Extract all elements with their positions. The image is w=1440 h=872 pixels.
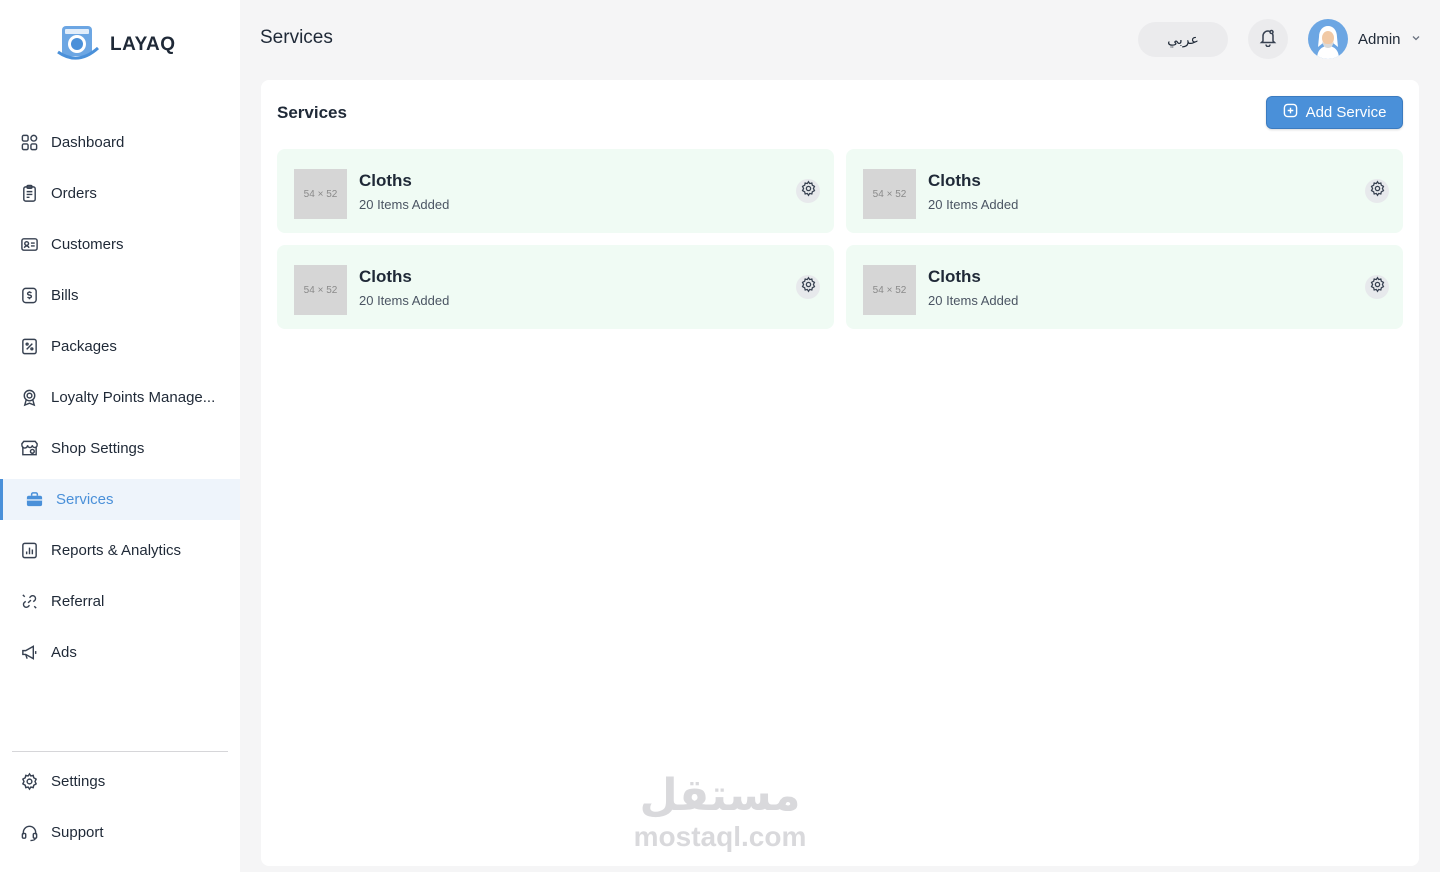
service-item-count: 20 Items Added — [928, 293, 1019, 308]
language-toggle-button[interactable]: عربي — [1138, 22, 1228, 57]
section-title: Services — [277, 103, 347, 122]
avatar — [1308, 19, 1348, 59]
gear-icon — [1369, 276, 1386, 298]
headset-icon — [20, 823, 39, 842]
service-card[interactable]: 54 × 52 Cloths 20 Items Added — [846, 245, 1403, 329]
gear-icon — [800, 276, 817, 298]
sidebar-item-label: Support — [51, 824, 104, 841]
percent-tag-icon — [20, 337, 39, 356]
watermark: مستقل mostaql.com — [632, 770, 808, 852]
service-settings-button[interactable] — [796, 275, 820, 299]
sidebar-item-label: Customers — [51, 236, 124, 253]
service-thumbnail: 54 × 52 — [294, 169, 347, 219]
megaphone-icon — [20, 643, 39, 662]
sidebar: LAYAQ Dashboard Orders Customers Bills P… — [0, 0, 240, 872]
link-icon — [20, 592, 39, 611]
sidebar-item-label: Dashboard — [51, 134, 125, 151]
gear-icon — [1369, 180, 1386, 202]
notifications-button[interactable] — [1248, 19, 1288, 59]
services-grid: 54 × 52 Cloths 20 Items Added 54 × 52 Cl… — [277, 149, 1403, 329]
sidebar-item-orders[interactable]: Orders — [0, 173, 240, 214]
sidebar-item-label: Orders — [51, 185, 97, 202]
sidebar-item-packages[interactable]: Packages — [0, 326, 240, 367]
service-thumbnail: 54 × 52 — [294, 265, 347, 315]
user-name: Admin — [1358, 30, 1401, 48]
washing-machine-logo-icon — [56, 24, 100, 67]
watermark-arabic: مستقل — [639, 770, 801, 821]
watermark-latin: mostaql.com — [633, 821, 807, 852]
sidebar-item-label: Loyalty Points Manage... — [51, 389, 216, 406]
sidebar-item-label: Shop Settings — [51, 440, 145, 457]
sidebar-item-label: Reports & Analytics — [51, 542, 182, 559]
sidebar-item-support[interactable]: Support — [0, 812, 240, 853]
user-menu[interactable]: Admin — [1308, 19, 1421, 59]
gear-icon — [800, 180, 817, 202]
sidebar-item-reports-analytics[interactable]: Reports & Analytics — [0, 530, 240, 571]
service-card[interactable]: 54 × 52 Cloths 20 Items Added — [846, 149, 1403, 233]
report-chart-icon — [20, 541, 39, 560]
service-thumbnail: 54 × 52 — [863, 169, 916, 219]
bell-icon — [1258, 27, 1278, 52]
sidebar-item-dashboard[interactable]: Dashboard — [0, 122, 240, 163]
service-name: Cloths — [359, 171, 412, 190]
chevron-down-icon — [1411, 30, 1421, 48]
service-settings-button[interactable] — [1365, 275, 1389, 299]
sidebar-item-label: Services — [56, 491, 114, 508]
sidebar-item-label: Packages — [51, 338, 117, 355]
sidebar-bottom-nav: Settings Support — [0, 761, 240, 863]
sidebar-divider — [12, 751, 228, 752]
service-name: Cloths — [928, 267, 981, 286]
briefcase-icon — [25, 490, 44, 509]
dollar-receipt-icon — [20, 286, 39, 305]
award-icon — [20, 388, 39, 407]
sidebar-item-bills[interactable]: Bills — [0, 275, 240, 316]
shop-icon — [20, 439, 39, 458]
service-name: Cloths — [928, 171, 981, 190]
grid-icon — [20, 133, 39, 152]
add-service-label: Add Service — [1305, 104, 1387, 121]
service-settings-button[interactable] — [796, 179, 820, 203]
add-service-button[interactable]: Add Service — [1266, 96, 1403, 129]
service-item-count: 20 Items Added — [359, 197, 450, 212]
service-name: Cloths — [359, 267, 412, 286]
service-settings-button[interactable] — [1365, 179, 1389, 203]
service-item-count: 20 Items Added — [928, 197, 1019, 212]
sidebar-item-settings[interactable]: Settings — [0, 761, 240, 802]
sidebar-item-ads[interactable]: Ads — [0, 632, 240, 673]
gear-icon — [20, 772, 39, 791]
sidebar-item-shop-settings[interactable]: Shop Settings — [0, 428, 240, 469]
sidebar-item-label: Settings — [51, 773, 106, 790]
sidebar-nav: Dashboard Orders Customers Bills Package… — [0, 122, 240, 683]
sidebar-item-services[interactable]: Services — [0, 479, 240, 520]
plus-square-icon — [1283, 103, 1298, 122]
service-card[interactable]: 54 × 52 Cloths 20 Items Added — [277, 245, 834, 329]
service-item-count: 20 Items Added — [359, 293, 450, 308]
service-card[interactable]: 54 × 52 Cloths 20 Items Added — [277, 149, 834, 233]
sidebar-item-referral[interactable]: Referral — [0, 581, 240, 622]
page-title: Services — [260, 27, 333, 48]
sidebar-item-label: Bills — [51, 287, 79, 304]
sidebar-item-customers[interactable]: Customers — [0, 224, 240, 265]
brand-logo[interactable]: LAYAQ — [56, 24, 176, 67]
sidebar-item-label: Referral — [51, 593, 105, 610]
sidebar-item-label: Ads — [51, 644, 77, 661]
sidebar-item-loyalty-points[interactable]: Loyalty Points Manage... — [0, 377, 240, 418]
brand-name: LAYAQ — [110, 34, 176, 55]
service-thumbnail: 54 × 52 — [863, 265, 916, 315]
id-card-icon — [20, 235, 39, 254]
clipboard-icon — [20, 184, 39, 203]
services-panel: Services Add Service 54 × 52 Cloths 20 I… — [261, 80, 1419, 866]
